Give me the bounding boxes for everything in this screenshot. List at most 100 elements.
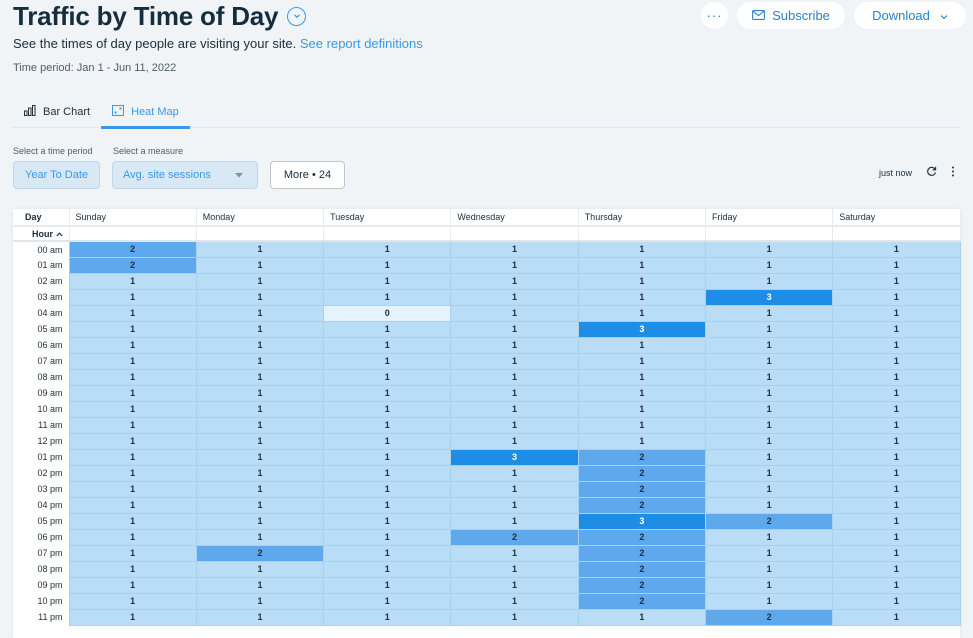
heat-cell[interactable]: 1 bbox=[704, 560, 834, 578]
heat-cell[interactable]: 1 bbox=[832, 448, 961, 466]
heat-cell[interactable]: 1 bbox=[832, 336, 961, 354]
heat-cell[interactable]: 1 bbox=[577, 272, 706, 290]
heat-cell[interactable]: 1 bbox=[323, 448, 452, 466]
heat-cell[interactable]: 1 bbox=[323, 256, 452, 274]
heat-cell[interactable]: 1 bbox=[68, 480, 197, 498]
heat-cell[interactable]: 1 bbox=[68, 496, 197, 514]
heat-cell[interactable]: 1 bbox=[832, 352, 961, 370]
heat-cell[interactable]: 1 bbox=[704, 464, 834, 482]
heat-cell[interactable]: 1 bbox=[832, 496, 961, 514]
heat-cell[interactable]: 1 bbox=[195, 496, 325, 514]
heat-cell[interactable]: 1 bbox=[704, 496, 834, 514]
heat-cell[interactable]: 1 bbox=[704, 544, 834, 562]
heat-cell[interactable]: 1 bbox=[832, 304, 961, 322]
heat-cell[interactable]: 1 bbox=[195, 448, 325, 466]
heat-cell[interactable]: 1 bbox=[450, 272, 579, 290]
heat-cell[interactable]: 2 bbox=[577, 560, 706, 578]
heat-cell[interactable]: 2 bbox=[68, 256, 197, 274]
heat-cell[interactable]: 1 bbox=[577, 304, 706, 322]
heat-cell[interactable]: 1 bbox=[832, 432, 961, 450]
heat-cell[interactable]: 1 bbox=[832, 608, 961, 626]
heat-cell[interactable]: 1 bbox=[704, 448, 834, 466]
heat-cell[interactable]: 1 bbox=[195, 416, 325, 434]
heat-cell[interactable]: 1 bbox=[704, 384, 834, 402]
heat-cell[interactable]: 3 bbox=[577, 320, 706, 338]
download-button[interactable]: Download bbox=[854, 2, 966, 29]
heat-cell[interactable]: 1 bbox=[704, 240, 834, 258]
heat-cell[interactable]: 1 bbox=[450, 480, 579, 498]
heat-cell[interactable]: 1 bbox=[195, 480, 325, 498]
heat-cell[interactable]: 1 bbox=[450, 592, 579, 610]
heat-cell[interactable]: 2 bbox=[195, 544, 325, 562]
chevron-down-icon[interactable] bbox=[287, 6, 307, 26]
heat-cell[interactable]: 1 bbox=[832, 256, 961, 274]
heat-cell[interactable]: 1 bbox=[577, 400, 706, 418]
heat-cell[interactable]: 1 bbox=[323, 416, 452, 434]
heat-cell[interactable]: 1 bbox=[323, 352, 452, 370]
heat-cell[interactable]: 1 bbox=[704, 416, 834, 434]
heat-cell[interactable]: 1 bbox=[450, 512, 579, 530]
heat-cell[interactable]: 1 bbox=[323, 240, 452, 258]
heat-cell[interactable]: 1 bbox=[323, 320, 452, 338]
heat-cell[interactable]: 1 bbox=[195, 608, 325, 626]
heat-cell[interactable]: 1 bbox=[450, 368, 579, 386]
heat-cell[interactable]: 1 bbox=[68, 272, 197, 290]
heat-cell[interactable]: 1 bbox=[832, 464, 961, 482]
heat-cell[interactable]: 1 bbox=[323, 432, 452, 450]
heat-cell[interactable]: 1 bbox=[323, 336, 452, 354]
heat-cell[interactable]: 1 bbox=[832, 480, 961, 498]
heat-cell[interactable]: 1 bbox=[68, 448, 197, 466]
heat-cell[interactable]: 1 bbox=[323, 576, 452, 594]
heat-cell[interactable]: 1 bbox=[323, 544, 452, 562]
heat-cell[interactable]: 1 bbox=[704, 592, 834, 610]
heat-cell[interactable]: 1 bbox=[832, 512, 961, 530]
heat-cell[interactable]: 1 bbox=[832, 544, 961, 562]
more-filters-button[interactable]: More • 24 bbox=[270, 161, 345, 189]
heat-cell[interactable]: 1 bbox=[68, 560, 197, 578]
heat-cell[interactable]: 1 bbox=[195, 384, 325, 402]
heat-cell[interactable]: 2 bbox=[450, 528, 579, 546]
heat-cell[interactable]: 1 bbox=[195, 400, 325, 418]
heat-cell[interactable]: 1 bbox=[832, 528, 961, 546]
heat-cell[interactable]: 1 bbox=[195, 528, 325, 546]
heat-cell[interactable]: 1 bbox=[832, 592, 961, 610]
tab-heat-map[interactable]: Heat Map bbox=[101, 97, 190, 129]
heat-cell[interactable]: 1 bbox=[577, 352, 706, 370]
heat-cell[interactable]: 3 bbox=[704, 288, 834, 306]
heat-cell[interactable]: 1 bbox=[832, 272, 961, 290]
heat-cell[interactable]: 1 bbox=[704, 528, 834, 546]
heat-cell[interactable]: 1 bbox=[68, 368, 197, 386]
heat-cell[interactable]: 1 bbox=[450, 416, 579, 434]
heat-cell[interactable]: 1 bbox=[323, 400, 452, 418]
heat-cell[interactable]: 1 bbox=[704, 368, 834, 386]
heat-cell[interactable]: 1 bbox=[323, 608, 452, 626]
heat-cell[interactable]: 1 bbox=[323, 288, 452, 306]
heat-cell[interactable]: 1 bbox=[323, 592, 452, 610]
heat-cell[interactable]: 1 bbox=[323, 560, 452, 578]
heat-cell[interactable]: 1 bbox=[450, 576, 579, 594]
heat-cell[interactable]: 1 bbox=[577, 256, 706, 274]
heat-cell[interactable]: 1 bbox=[450, 320, 579, 338]
heat-cell[interactable]: 1 bbox=[577, 384, 706, 402]
heat-cell[interactable]: 1 bbox=[195, 272, 325, 290]
heat-cell[interactable]: 1 bbox=[68, 336, 197, 354]
heat-cell[interactable]: 2 bbox=[577, 592, 706, 610]
heat-cell[interactable]: 1 bbox=[832, 320, 961, 338]
heat-cell[interactable]: 2 bbox=[577, 496, 706, 514]
heat-cell[interactable]: 1 bbox=[832, 384, 961, 402]
heat-cell[interactable]: 1 bbox=[323, 272, 452, 290]
heat-cell[interactable]: 2 bbox=[577, 544, 706, 562]
heat-cell[interactable]: 1 bbox=[195, 256, 325, 274]
heat-cell[interactable]: 1 bbox=[450, 464, 579, 482]
heat-cell[interactable]: 1 bbox=[704, 576, 834, 594]
heat-cell[interactable]: 3 bbox=[450, 448, 579, 466]
heat-cell[interactable]: 1 bbox=[704, 272, 834, 290]
heat-cell[interactable]: 1 bbox=[450, 544, 579, 562]
heat-cell[interactable]: 2 bbox=[704, 608, 834, 626]
heat-cell[interactable]: 1 bbox=[323, 528, 452, 546]
heat-cell[interactable]: 1 bbox=[577, 288, 706, 306]
heat-cell[interactable]: 1 bbox=[577, 368, 706, 386]
heat-cell[interactable]: 1 bbox=[195, 512, 325, 530]
heat-cell[interactable]: 1 bbox=[195, 240, 325, 258]
heat-cell[interactable]: 1 bbox=[704, 256, 834, 274]
